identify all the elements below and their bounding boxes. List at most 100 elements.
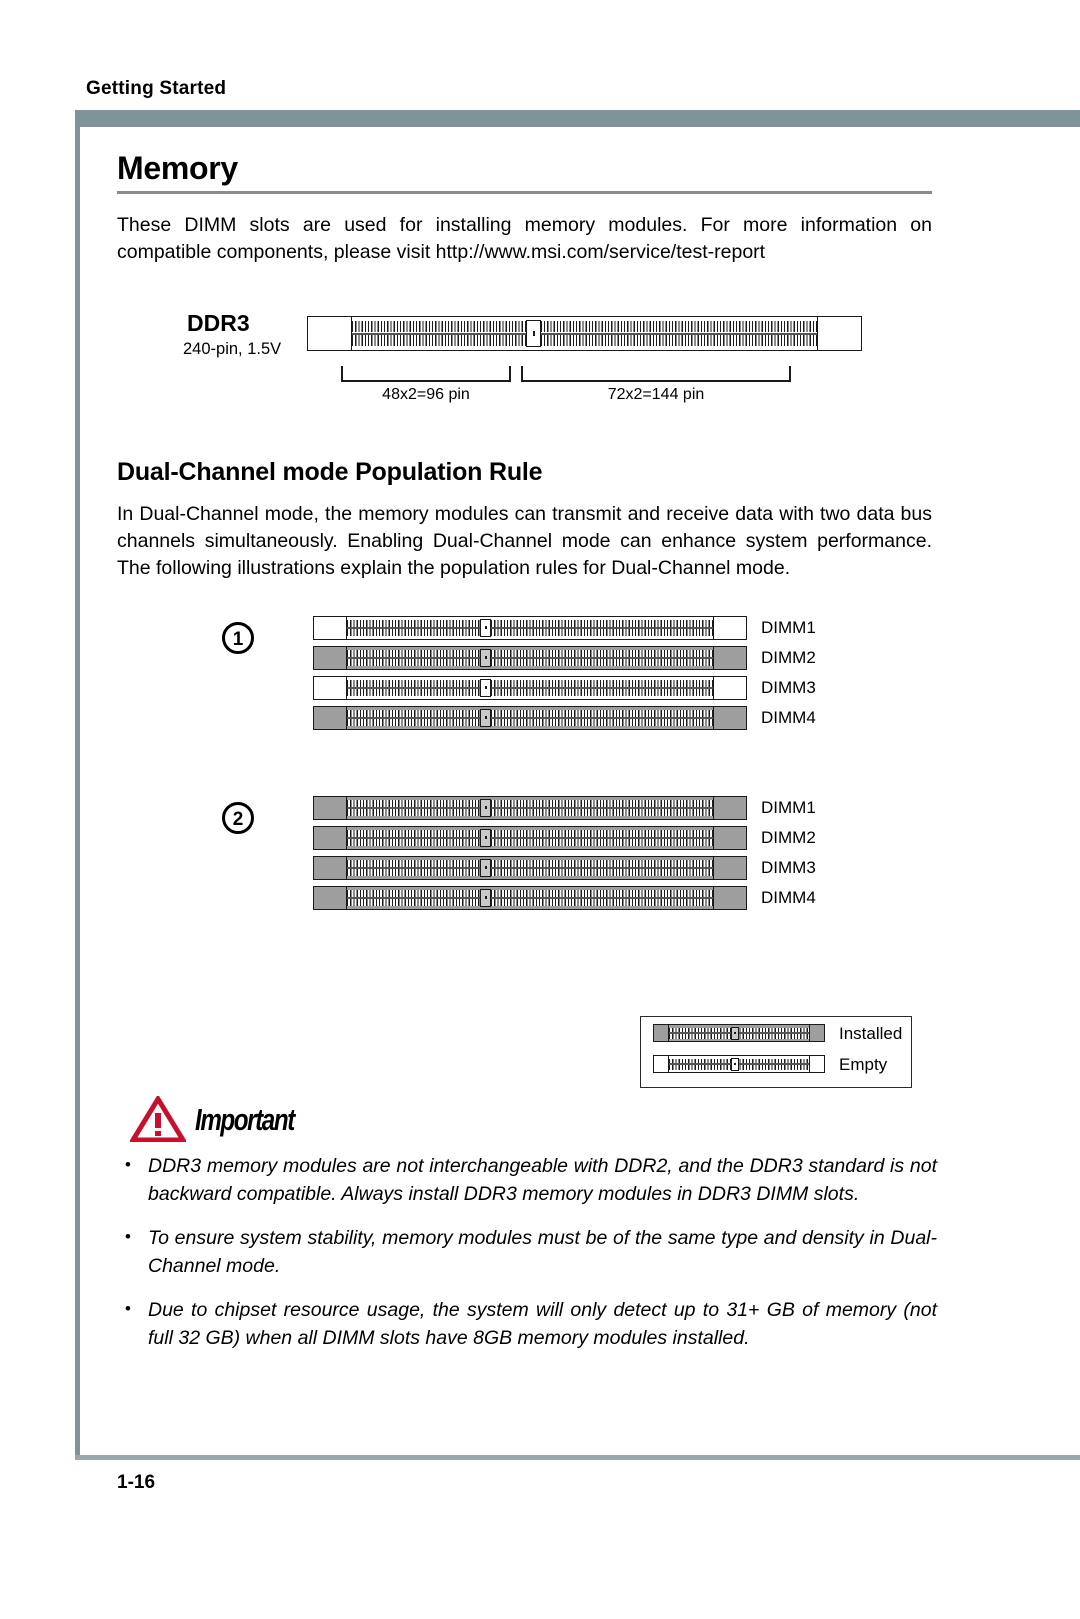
slot-left-latch (314, 797, 347, 819)
warning-triangle-icon (130, 1096, 186, 1142)
important-notes-list: DDR3 memory modules are not interchangea… (117, 1151, 937, 1352)
dimm-slot-label: DIMM3 (761, 678, 816, 697)
slot-pin-field (669, 1057, 809, 1071)
dual-channel-heading: Dual-Channel mode Population Rule (117, 458, 543, 486)
slot-left-latch (654, 1025, 669, 1041)
dimm-row: DIMM1 (313, 796, 833, 820)
dimm-configuration-1: 1 DIMM1 DIMM2 DIMM3 DIMM4 (117, 616, 932, 748)
legend-row-installed: Installed (653, 1024, 911, 1048)
dimm-slot-graphic (313, 646, 747, 670)
slot-state-legend: Installed Empty (640, 1016, 912, 1088)
dimm-slot-label: DIMM3 (761, 858, 816, 877)
dimm-row: DIMM2 (313, 826, 833, 850)
slot-key-notch (480, 679, 491, 697)
slot-pin-row-lower (347, 719, 713, 726)
dimm-row: DIMM3 (313, 856, 833, 880)
legend-slot-graphic-empty (653, 1055, 825, 1073)
dimm-row: DIMM2 (313, 646, 833, 670)
important-header: Important (117, 1096, 937, 1142)
slot-pin-row-lower (352, 335, 817, 346)
slot-pin-row-upper (347, 800, 713, 807)
slot-key-notch (480, 829, 491, 847)
dimm-slot-graphic (313, 676, 747, 700)
dimension-label-right: 72x2=144 pin (607, 386, 705, 403)
ddr3-slot-illustration (307, 316, 862, 351)
slot-pin-field (347, 799, 713, 817)
slot-key-notch (480, 859, 491, 877)
dimm-slot-label: DIMM4 (761, 888, 816, 907)
slot-key-notch (731, 1057, 739, 1071)
slot-pin-field (352, 320, 817, 347)
dimm-slot-label: DIMM1 (761, 798, 816, 817)
slot-right-latch (817, 317, 861, 350)
slot-pin-row-upper (347, 680, 713, 687)
configuration-badge-1: 1 (222, 622, 254, 654)
slot-left-latch (314, 827, 347, 849)
dimm-slot-label: DIMM2 (761, 828, 816, 847)
slot-left-latch (308, 317, 352, 350)
slot-pin-row-lower (347, 899, 713, 906)
dimm-slot-graphic (313, 706, 747, 730)
important-label: Important (195, 1102, 295, 1137)
dimm-slot-stack-2: DIMM1 DIMM2 DIMM3 DIMM4 (313, 796, 833, 916)
note-item: Due to chipset resource usage, the syste… (117, 1295, 937, 1352)
note-item: To ensure system stability, memory modul… (117, 1223, 937, 1280)
dimm-slot-stack-1: DIMM1 DIMM2 DIMM3 DIMM4 (313, 616, 833, 736)
slot-pin-row-lower (347, 869, 713, 876)
dimm-slot-label: DIMM1 (761, 618, 816, 637)
slot-pin-row-lower (669, 1033, 809, 1039)
slot-pin-field (347, 859, 713, 877)
slot-right-latch (713, 887, 746, 909)
slot-left-latch (314, 887, 347, 909)
slot-left-latch (654, 1056, 669, 1072)
dimm-row: DIMM1 (313, 616, 833, 640)
dimm-slot-graphic (313, 886, 747, 910)
legend-slot-graphic-installed (653, 1024, 825, 1042)
slot-right-latch (713, 617, 746, 639)
dimension-bracket-left (341, 366, 511, 382)
slot-pin-row-upper (347, 620, 713, 627)
title-underline (117, 191, 932, 194)
slot-pin-row-lower (347, 689, 713, 696)
slot-pin-row-upper (347, 710, 713, 717)
page-content: Memory These DIMM slots are used for ins… (117, 150, 937, 1349)
slot-right-latch (713, 797, 746, 819)
slot-left-latch (314, 677, 347, 699)
slot-right-latch (713, 857, 746, 879)
dimm-row: DIMM3 (313, 676, 833, 700)
page-frame-top-bar (75, 110, 1080, 127)
page-frame-bottom-rule (75, 1455, 1080, 1460)
slot-pin-field (347, 619, 713, 637)
dimension-label-left: 48x2=96 pin (382, 386, 470, 403)
slot-pin-field (347, 649, 713, 667)
dual-channel-paragraph: In Dual-Channel mode, the memory modules… (117, 503, 932, 579)
ddr3-slot-figure: DDR3 240-pin, 1.5V 48x2=96 pin 72x2=144 … (117, 304, 932, 414)
slot-pin-row-lower (347, 659, 713, 666)
ddr3-name-label: DDR3 (187, 310, 250, 336)
slot-left-latch (314, 707, 347, 729)
slot-right-latch (713, 707, 746, 729)
slot-right-latch (809, 1025, 824, 1041)
slot-pin-field (347, 709, 713, 727)
slot-pin-row-upper (347, 890, 713, 897)
memory-intro-paragraph: These DIMM slots are used for installing… (117, 214, 932, 263)
slot-pin-row-lower (347, 809, 713, 816)
slot-pin-row-upper (347, 650, 713, 657)
slot-key-notch (480, 619, 491, 637)
slot-left-latch (314, 647, 347, 669)
dimension-bracket-right (521, 366, 791, 382)
slot-right-latch (713, 677, 746, 699)
important-notice: Important DDR3 memory modules are not in… (117, 1096, 937, 1368)
page-number: 1-16 (117, 1472, 156, 1493)
ddr3-spec-label: 240-pin, 1.5V (183, 340, 282, 358)
slot-key-notch (480, 709, 491, 727)
dimm-row: DIMM4 (313, 706, 833, 730)
dimm-slot-graphic (313, 856, 747, 880)
running-head: Getting Started (86, 78, 227, 99)
page-title: Memory (117, 150, 238, 186)
slot-key-notch (480, 799, 491, 817)
slot-pin-row-upper (352, 321, 817, 332)
slot-pin-field (347, 889, 713, 907)
slot-key-notch (731, 1026, 739, 1040)
legend-row-empty: Empty (653, 1055, 911, 1079)
